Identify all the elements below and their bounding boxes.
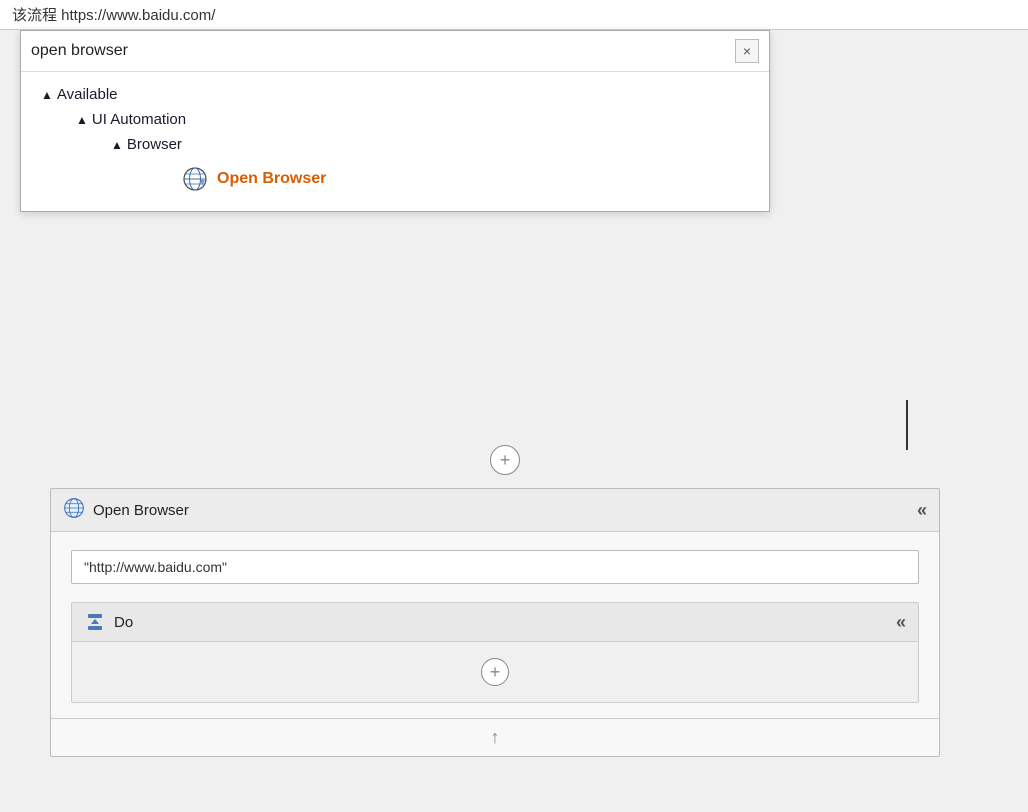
open-browser-header: Open Browser « [51,489,939,532]
open-browser-header-icon [63,497,85,523]
tree-item-open-browser[interactable]: Open Browser [21,157,769,201]
url-input[interactable] [71,550,919,584]
main-area: open browser × ▲ Available ▲ UI Automati… [0,30,1028,812]
add-activity-container: + [490,445,520,475]
activity-tree: ▲ Available ▲ UI Automation ▲ Browser [21,72,769,211]
tree-item-ui-automation[interactable]: ▲ UI Automation [21,107,769,132]
do-block-header: Do « [72,603,918,642]
do-block-title: Do [114,614,896,631]
tree-item-available[interactable]: ▲ Available [21,82,769,107]
do-block: Do « + [71,602,919,703]
browser-label: Browser [127,136,182,153]
search-input-row: open browser × [21,31,769,72]
open-browser-activity-label: Open Browser [217,170,326,188]
do-block-collapse-button[interactable]: « [896,612,906,633]
open-browser-block-title: Open Browser [93,502,189,519]
open-browser-collapse-button[interactable]: « [917,500,927,521]
activity-search-dropdown: open browser × ▲ Available ▲ UI Automati… [20,30,770,212]
url-field-wrapper [51,532,939,602]
search-input[interactable]: open browser [31,42,735,60]
bottom-strip: ↑ [51,718,939,756]
search-clear-button[interactable]: × [735,39,759,63]
do-add-activity-button[interactable]: + [481,658,509,686]
center-panel: open browser × ▲ Available ▲ UI Automati… [0,30,1028,812]
open-browser-block: Open Browser « Do [50,488,940,757]
arrow-icon: ▲ [76,113,88,127]
do-block-content: + [72,642,918,702]
bottom-arrow-icon: ↑ [491,727,500,748]
ui-automation-label: UI Automation [92,111,186,128]
cursor-line [906,400,908,450]
arrow-icon: ▲ [41,88,53,102]
add-activity-button[interactable]: + [490,445,520,475]
arrow-icon: ▲ [111,138,123,152]
top-bar: 该流程 https://www.baidu.com/ [0,0,1028,30]
top-bar-text: 该流程 https://www.baidu.com/ [12,4,215,25]
open-browser-title-area: Open Browser [63,497,917,523]
available-label: Available [57,86,118,103]
open-browser-icon [181,165,209,193]
tree-item-browser[interactable]: ▲ Browser [21,132,769,157]
do-icon [84,611,106,633]
